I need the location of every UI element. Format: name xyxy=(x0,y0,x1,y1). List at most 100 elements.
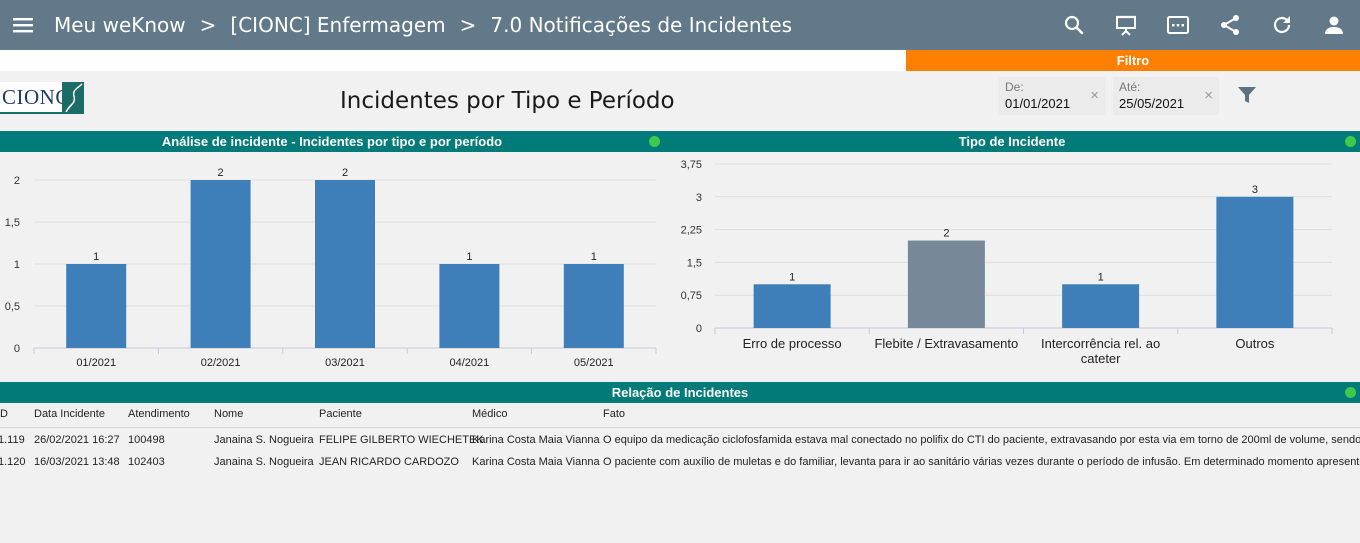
x-tick-label: cateter xyxy=(1081,351,1121,366)
breadcrumb: Meu weKnow > [CIONC] Enfermagem > 7.0 No… xyxy=(54,13,792,37)
cell-medico: Karina Costa Maia Vianna xyxy=(472,434,600,446)
chart-bar xyxy=(1062,284,1140,328)
incidents-table: ID Data Incidente Atendimento Nome Pacie… xyxy=(0,404,1360,474)
column-header-nome[interactable]: Nome xyxy=(214,408,243,420)
y-tick-label: 0 xyxy=(14,343,20,355)
cell-date: 16/03/2021 13:48 xyxy=(34,456,120,468)
cell-paciente: JEAN RICARDO CARDOZO xyxy=(319,456,459,468)
cell-atendimento: 102403 xyxy=(128,456,165,468)
y-tick-label: 2,25 xyxy=(681,225,702,237)
cell-nome: Janaina S. Nogueira xyxy=(214,434,314,446)
x-tick-label: Flebite / Extravasamento xyxy=(874,336,1018,351)
cell-paciente: FELIPE GILBERTO WIECHETEK xyxy=(319,434,484,446)
chart-bar xyxy=(190,180,251,348)
x-tick-label: 01/2021 xyxy=(76,357,116,369)
cionc-logo: CIONC xyxy=(0,82,84,114)
cell-fato: O paciente com auxílio de muletas e do f… xyxy=(603,456,1360,468)
header-strip xyxy=(0,50,906,71)
x-tick-label: Intercorrência rel. ao xyxy=(1041,336,1160,351)
table-row[interactable]: 1.119 26/02/2021 16:27 100498 Janaina S.… xyxy=(0,430,1360,452)
cell-id: 1.119 xyxy=(0,434,25,446)
column-header-atendimento[interactable]: Atendimento xyxy=(128,408,190,420)
x-tick-label: Erro de processo xyxy=(743,336,842,351)
data-label: 1 xyxy=(466,251,472,263)
y-tick-label: 1,5 xyxy=(5,217,20,229)
filter-icon[interactable] xyxy=(1236,84,1258,106)
chart-bar xyxy=(315,180,375,348)
y-tick-label: 0,5 xyxy=(5,301,20,313)
cell-nome: Janaina S. Nogueira xyxy=(214,456,314,468)
incidents-table-title: Relação de Incidentes xyxy=(611,385,749,400)
data-label: 3 xyxy=(1252,184,1258,196)
cell-date: 26/02/2021 16:27 xyxy=(34,434,120,446)
user-icon[interactable] xyxy=(1308,0,1360,50)
chart-bar xyxy=(907,240,985,328)
data-label: 1 xyxy=(789,271,795,283)
cell-atendimento: 100498 xyxy=(128,434,165,446)
data-label: 1 xyxy=(93,251,99,263)
date-from-value[interactable]: 01/01/2021 xyxy=(1005,96,1070,111)
chart-bar xyxy=(66,264,127,348)
chart-bar xyxy=(563,264,624,348)
share-icon[interactable] xyxy=(1204,0,1256,50)
date-from-field[interactable]: De: 01/01/2021 × xyxy=(999,77,1105,115)
y-tick-label: 2 xyxy=(14,175,20,187)
y-tick-label: 0 xyxy=(696,323,702,335)
y-tick-label: 0,75 xyxy=(681,290,702,302)
status-dot-icon xyxy=(649,136,660,147)
breadcrumb-separator: > xyxy=(199,13,217,37)
clear-to-icon[interactable]: × xyxy=(1204,87,1213,104)
column-header-date[interactable]: Data Incidente xyxy=(34,408,105,420)
column-header-paciente[interactable]: Paciente xyxy=(319,408,362,420)
date-to-label: Até: xyxy=(1119,80,1141,94)
breadcrumb-home[interactable]: Meu weKnow xyxy=(54,13,186,37)
period-chart-header: Análise de incidente - Incidentes por ti… xyxy=(0,131,664,152)
filter-toggle-bar[interactable]: Filtro xyxy=(906,50,1360,71)
x-tick-label: 02/2021 xyxy=(201,357,241,369)
column-header-medico[interactable]: Médico xyxy=(472,408,507,420)
type-chart-header: Tipo de Incidente xyxy=(664,131,1360,152)
date-to-value[interactable]: 25/05/2021 xyxy=(1119,96,1184,111)
period-bar-chart: 0 0,5 1 1,5 2 1 01/2021 2 02/2021 2 03/2021 1 04/202… xyxy=(5,167,657,369)
chart-bar xyxy=(753,284,831,328)
y-tick-label: 3 xyxy=(696,192,702,204)
data-label: 1 xyxy=(1098,271,1104,283)
fullscreen-icon[interactable] xyxy=(1152,0,1204,50)
search-icon[interactable] xyxy=(1048,0,1100,50)
logo-text: CIONC xyxy=(2,84,70,109)
logo-mark xyxy=(62,82,84,112)
data-label: 1 xyxy=(591,251,597,263)
clear-from-icon[interactable]: × xyxy=(1090,87,1099,104)
breadcrumb-separator: > xyxy=(459,13,477,37)
x-tick-label: 05/2021 xyxy=(574,357,614,369)
cell-fato: O equipo da medicação ciclofosfamida est… xyxy=(603,434,1360,446)
incidents-table-header: Relação de Incidentes xyxy=(0,382,1360,403)
table-header-row: ID Data Incidente Atendimento Nome Pacie… xyxy=(0,404,1360,428)
column-header-fato[interactable]: Fato xyxy=(603,408,625,420)
y-tick-label: 1,5 xyxy=(687,257,702,269)
hamburger-menu-icon[interactable] xyxy=(0,0,46,50)
chart-bar xyxy=(1216,196,1294,328)
breadcrumb-folder[interactable]: [CIONC] Enfermagem xyxy=(230,13,445,37)
x-tick-label: 03/2021 xyxy=(325,357,365,369)
presentation-icon[interactable] xyxy=(1100,0,1152,50)
status-dot-icon xyxy=(1345,387,1356,398)
refresh-icon[interactable] xyxy=(1256,0,1308,50)
status-dot-icon xyxy=(1345,136,1356,147)
top-bar: Meu weKnow > [CIONC] Enfermagem > 7.0 No… xyxy=(0,0,1360,50)
data-label: 2 xyxy=(342,167,348,179)
data-label: 2 xyxy=(218,167,224,179)
breadcrumb-current: 7.0 Notificações de Incidentes xyxy=(490,13,793,37)
column-header-id[interactable]: ID xyxy=(0,408,8,420)
date-to-field[interactable]: Até: 25/05/2021 × xyxy=(1113,77,1219,115)
date-from-label: De: xyxy=(1005,80,1024,94)
table-row[interactable]: 1.120 16/03/2021 13:48 102403 Janaina S.… xyxy=(0,452,1360,474)
y-tick-label: 3,75 xyxy=(681,159,702,171)
cell-medico: Karina Costa Maia Vianna xyxy=(472,456,600,468)
chart-bar xyxy=(439,264,500,348)
page-title: Incidentes por Tipo e Período xyxy=(340,88,675,114)
x-tick-label: 04/2021 xyxy=(450,357,490,369)
data-label: 2 xyxy=(943,228,949,240)
type-bar-chart: 0 0,75 1,5 2,25 3 3,75 1 Erro de processo 2 Flebi… xyxy=(681,159,1333,366)
type-chart-title: Tipo de Incidente xyxy=(958,134,1066,149)
